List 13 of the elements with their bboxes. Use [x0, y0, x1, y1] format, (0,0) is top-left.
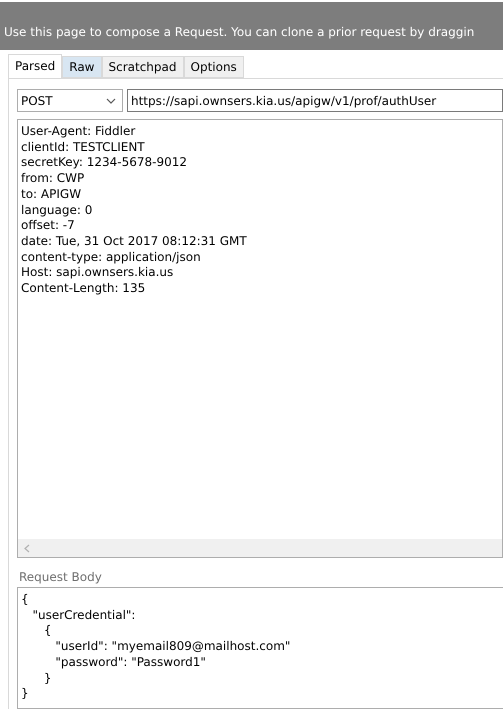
chevron-down-icon — [106, 98, 116, 104]
info-banner: Use this page to compose a Request. You can clone a prior request by draggin — [0, 0, 503, 50]
scroll-left-icon[interactable] — [24, 544, 30, 552]
request-body-text-area[interactable]: { "userCredential": { "userId": "myemail809@mailhost.com" "password": "Password1" } } — [17, 587, 503, 709]
tab[interactable]: Scratchpad — [102, 56, 184, 78]
tab[interactable]: Options — [184, 56, 244, 78]
horizontal-scrollbar[interactable] — [18, 539, 502, 557]
tab[interactable]: Raw — [62, 56, 102, 78]
request-body-label: Request Body — [18, 569, 103, 586]
tab[interactable]: Parsed — [8, 54, 62, 78]
url-field[interactable]: https://sapi.ownsers.kia.us/apigw/v1/prof/authUser — [127, 89, 503, 112]
headers-text-area[interactable]: User-Agent: Fiddler clientId: TESTCLIENT secretKey: 1234-5678-9012 from: CWP to: APIGW language: 0 offset: -7 date: Tue, 31 Oct 2017 08:12:31 GMT content-type: application/json Host: sapi.ownsers.kia.us Content-Length: 135 — [17, 119, 503, 558]
method-dropdown[interactable]: POST — [17, 89, 123, 112]
